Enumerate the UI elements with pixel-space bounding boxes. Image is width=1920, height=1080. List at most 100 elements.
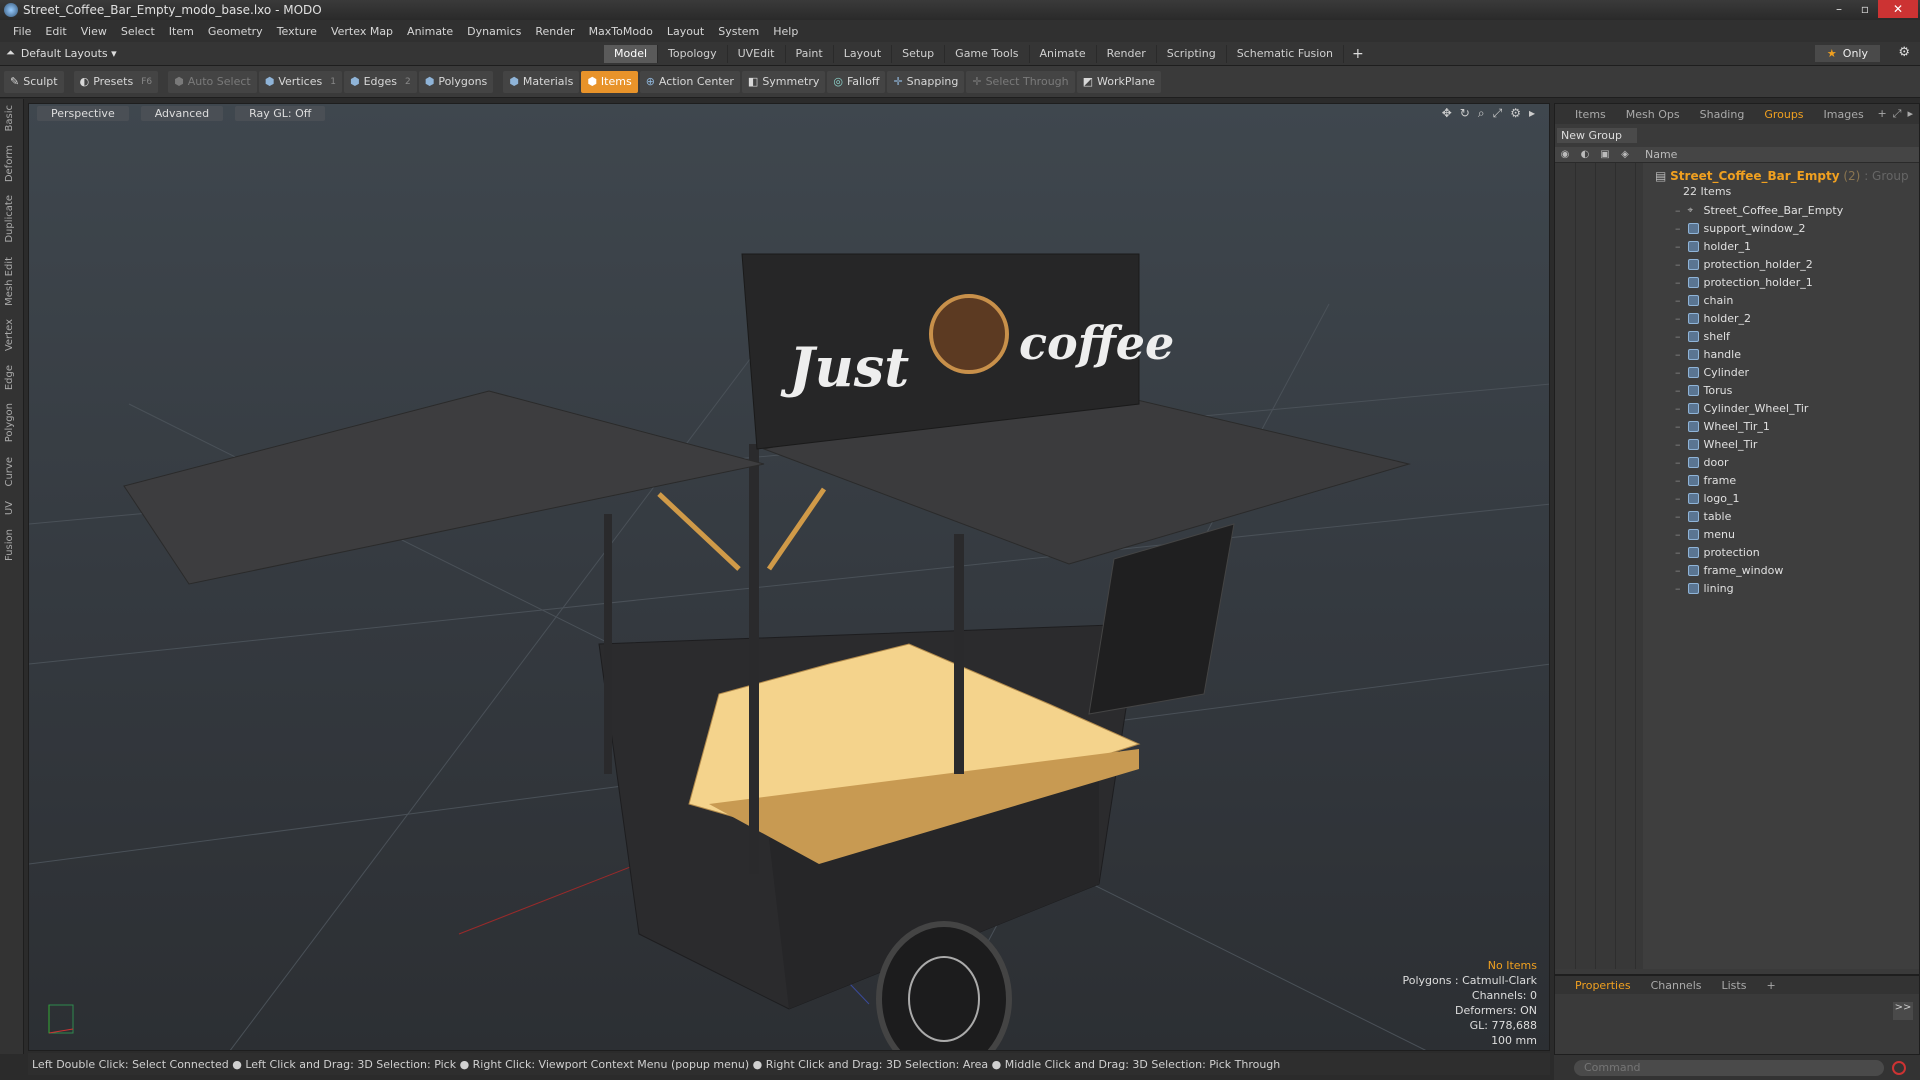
lock-icon[interactable]: ◐	[1575, 149, 1595, 160]
menu-edit[interactable]: Edit	[38, 25, 73, 38]
add-properties-tab-button[interactable]: +	[1756, 978, 1785, 993]
fit-icon[interactable]: ⤢	[1493, 106, 1503, 121]
maximize-button[interactable]: ▫	[1852, 0, 1878, 18]
vtab-polygon[interactable]: Polygon	[4, 403, 15, 442]
menu-dynamics[interactable]: Dynamics	[460, 25, 528, 38]
menu-layout[interactable]: Layout	[660, 25, 711, 38]
vtab-basic[interactable]: Basic	[4, 105, 15, 131]
layout-dropdown[interactable]: ⏶ Default Layouts ▾	[6, 46, 117, 60]
vtab-vertex[interactable]: Vertex	[4, 319, 15, 351]
tree-item[interactable]: – Cylinder	[1675, 363, 1749, 381]
vtab-uv[interactable]: UV	[4, 501, 15, 515]
expand-panel-icon[interactable]: ⤢	[1893, 107, 1902, 121]
vtab-duplicate[interactable]: Duplicate	[4, 195, 15, 243]
tab-topology[interactable]: Topology	[658, 45, 728, 63]
tree-item[interactable]: – menu	[1675, 525, 1735, 543]
shading-dropdown[interactable]: Advanced	[140, 106, 224, 121]
new-group-button[interactable]: New Group	[1557, 128, 1637, 143]
tree-item[interactable]: – holder_1	[1675, 237, 1751, 255]
vtab-deform[interactable]: Deform	[4, 145, 15, 182]
rotate-icon[interactable]: ↻	[1460, 106, 1470, 121]
gear-icon[interactable]: ⚙	[1898, 45, 1910, 60]
menu-animate[interactable]: Animate	[400, 25, 460, 38]
viewport-menu-icon[interactable]: ▸	[1529, 106, 1535, 121]
tree-item[interactable]: – handle	[1675, 345, 1741, 363]
visibility-eye-icon[interactable]: ◉	[1555, 149, 1575, 160]
symmetry-button[interactable]: ◧ Symmetry	[741, 70, 826, 93]
menu-file[interactable]: File	[6, 25, 38, 38]
only-toggle[interactable]: ★ Only	[1814, 45, 1880, 62]
tab-groups[interactable]: Groups	[1754, 106, 1813, 123]
menu-vertex-map[interactable]: Vertex Map	[324, 25, 400, 38]
viewport-settings-icon[interactable]: ⚙	[1510, 106, 1521, 121]
menu-help[interactable]: Help	[766, 25, 805, 38]
menu-system[interactable]: System	[711, 25, 766, 38]
menu-view[interactable]: View	[74, 25, 114, 38]
tree-item[interactable]: – chain	[1675, 291, 1733, 309]
view-mode-dropdown[interactable]: Perspective	[37, 106, 129, 121]
tab-properties[interactable]: Properties	[1565, 978, 1641, 993]
add-tab-icon[interactable]: +	[1877, 107, 1886, 121]
select-through-button[interactable]: ✛ Select Through	[966, 70, 1075, 93]
tab-images[interactable]: Images	[1814, 106, 1874, 123]
group-row[interactable]: ▤ Street_Coffee_Bar_Empty (2) : Group	[1655, 169, 1909, 183]
materials-button[interactable]: ⬢ Materials	[503, 70, 580, 93]
tree-item[interactable]: – Wheel_Tir	[1675, 435, 1757, 453]
add-layout-tab-button[interactable]: +	[1344, 45, 1372, 63]
select-icon[interactable]: ◈	[1615, 149, 1635, 160]
auto-select-button[interactable]: ⬢ Auto Select	[168, 70, 257, 93]
tab-lists[interactable]: Lists	[1712, 978, 1757, 993]
tree-item[interactable]: – shelf	[1675, 327, 1730, 345]
action-center-button[interactable]: ⊕ Action Center	[639, 70, 740, 93]
tab-mesh-ops[interactable]: Mesh Ops	[1616, 106, 1690, 123]
panel-menu-icon[interactable]: ▸	[1907, 107, 1913, 121]
tree-item[interactable]: – protection_holder_1	[1675, 273, 1813, 291]
tree-item[interactable]: – lining	[1675, 579, 1734, 597]
tab-setup[interactable]: Setup	[892, 45, 946, 63]
vtab-edge[interactable]: Edge	[4, 365, 15, 390]
tab-schematic-fusion[interactable]: Schematic Fusion	[1227, 45, 1345, 63]
tree-item[interactable]: – protection	[1675, 543, 1760, 561]
tab-scripting[interactable]: Scripting	[1157, 45, 1227, 63]
tab-layout[interactable]: Layout	[834, 45, 893, 63]
menu-maxtomodo[interactable]: MaxToModo	[582, 25, 660, 38]
tree-item[interactable]: – Wheel_Tir_1	[1675, 417, 1770, 435]
pan-icon[interactable]: ✥	[1442, 106, 1452, 121]
zoom-icon[interactable]: ⌕	[1478, 106, 1485, 121]
menu-item[interactable]: Item	[162, 25, 201, 38]
tab-channels[interactable]: Channels	[1641, 978, 1712, 993]
record-macro-icon[interactable]	[1892, 1060, 1906, 1075]
tab-paint[interactable]: Paint	[786, 45, 834, 63]
tab-shading[interactable]: Shading	[1690, 106, 1755, 123]
tab-items[interactable]: Items	[1565, 106, 1616, 123]
tab-uvedit[interactable]: UVEdit	[728, 45, 786, 63]
vtab-fusion[interactable]: Fusion	[4, 529, 15, 561]
expand-button[interactable]: >>	[1893, 1002, 1913, 1020]
tab-animate[interactable]: Animate	[1030, 45, 1097, 63]
vtab-mesh-edit[interactable]: Mesh Edit	[4, 257, 15, 306]
tree-item[interactable]: – logo_1	[1675, 489, 1740, 507]
tab-game-tools[interactable]: Game Tools	[945, 45, 1030, 63]
tree-item[interactable]: – Cylinder_Wheel_Tir	[1675, 399, 1808, 417]
render-icon[interactable]: ▣	[1595, 149, 1615, 160]
workplane-button[interactable]: ◩ WorkPlane	[1076, 70, 1162, 93]
tree-item[interactable]: – support_window_2	[1675, 219, 1805, 237]
tab-model[interactable]: Model	[604, 45, 659, 63]
3d-viewport[interactable]: Just coffee Perspective Advanced Ray GL:…	[28, 103, 1550, 1051]
tree-item[interactable]: – holder_2	[1675, 309, 1751, 327]
menu-render[interactable]: Render	[528, 25, 581, 38]
menu-geometry[interactable]: Geometry	[201, 25, 270, 38]
tree-item[interactable]: – door	[1675, 453, 1728, 471]
falloff-button[interactable]: ◎ Falloff	[827, 70, 886, 93]
items-button[interactable]: ⬢ Items	[581, 70, 638, 93]
tree-item-locator[interactable]: – ⌖ Street_Coffee_Bar_Empty	[1675, 201, 1843, 219]
edges-button[interactable]: ⬢ Edges 2	[343, 70, 417, 93]
vertices-button[interactable]: ⬢ Vertices 1	[258, 70, 342, 93]
tree-item[interactable]: – frame_window	[1675, 561, 1783, 579]
tree-item[interactable]: – frame	[1675, 471, 1736, 489]
sculpt-button[interactable]: ✎ Sculpt	[4, 70, 64, 93]
tree-item[interactable]: – protection_holder_2	[1675, 255, 1813, 273]
tree-item[interactable]: – Torus	[1675, 381, 1732, 399]
close-button[interactable]: ✕	[1878, 0, 1918, 18]
polygons-button[interactable]: ⬢ Polygons	[418, 70, 494, 93]
